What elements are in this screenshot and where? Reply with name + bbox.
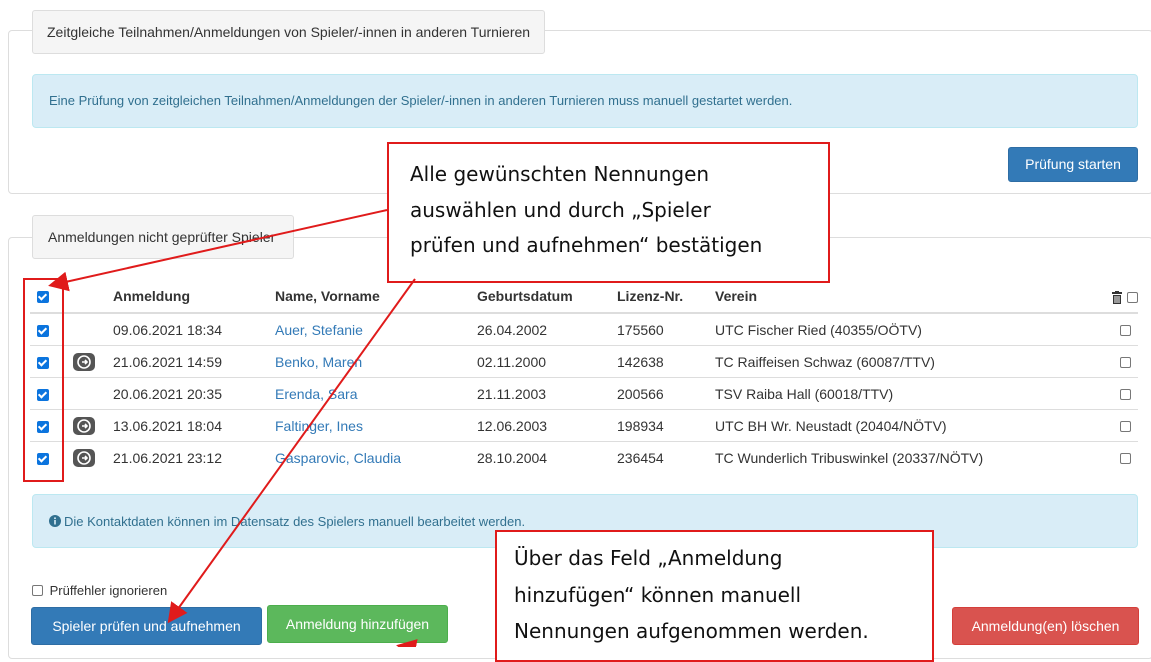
annotation-arrows (48, 209, 418, 647)
arrow-to-checkbox-column (48, 209, 388, 292)
arrow-to-check-button (167, 278, 416, 624)
